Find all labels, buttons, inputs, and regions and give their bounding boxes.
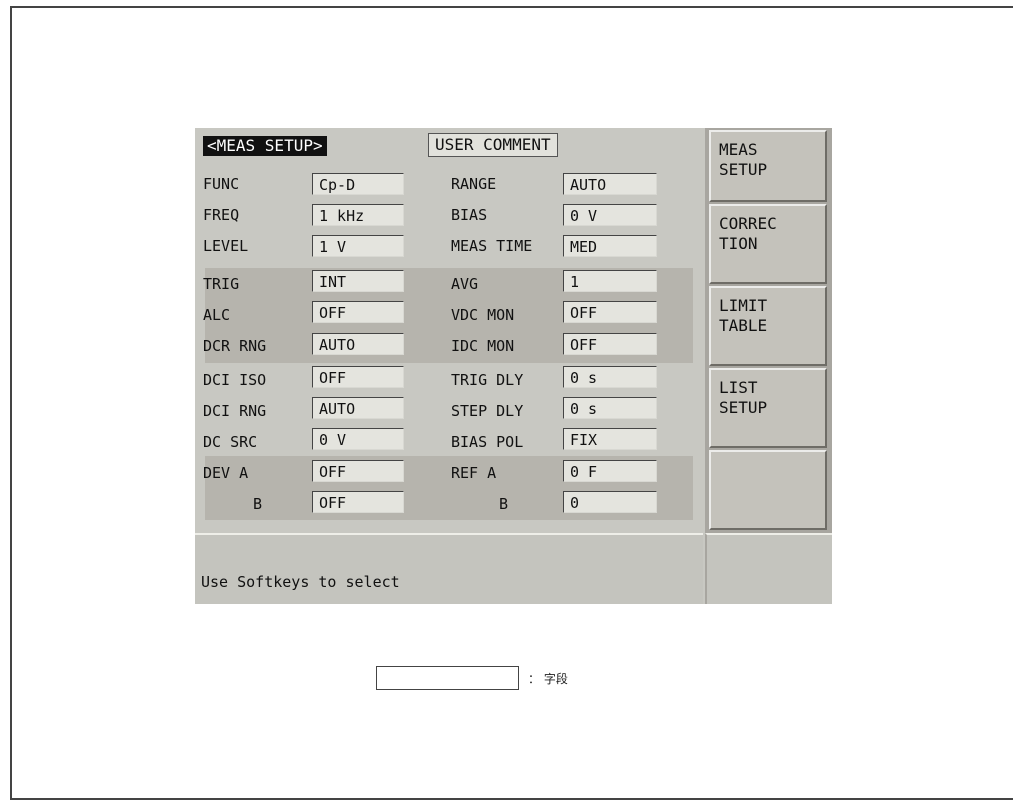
level-field[interactable]: 1 V [312, 235, 404, 257]
bias-field[interactable]: 0 V [563, 204, 657, 226]
freq-label: FREQ [203, 206, 240, 224]
dcr-rng-label: DCR RNG [203, 337, 267, 355]
user-comment-field[interactable]: USER COMMENT [428, 133, 558, 157]
step-dly-field[interactable]: 0 s [563, 397, 657, 419]
dci-rng-label: DCI RNG [203, 402, 267, 420]
dc-src-field[interactable]: 0 V [312, 428, 404, 450]
ref-b-label: B [499, 495, 509, 513]
dev-a-field[interactable]: OFF [312, 460, 404, 482]
dci-iso-label: DCI ISO [203, 371, 267, 389]
ref-b-field[interactable]: 0 [563, 491, 657, 513]
instrument-screen: <MEAS SETUP> USER COMMENT FUNC Cp-D FREQ… [195, 128, 832, 604]
dev-a-label: DEV A [203, 464, 249, 482]
softkey-label-line2: TABLE [719, 316, 768, 335]
softkey-blank[interactable] [709, 450, 827, 530]
alc-label: ALC [203, 306, 231, 324]
meas-time-field[interactable]: MED [563, 235, 657, 257]
softkey-label-line1: LIMIT [719, 296, 768, 315]
meas-setup-panel: <MEAS SETUP> USER COMMENT FUNC Cp-D FREQ… [195, 128, 703, 533]
dev-b-label: B [253, 495, 263, 513]
softkey-label-line2: SETUP [719, 160, 768, 179]
vdc-mon-field[interactable]: OFF [563, 301, 657, 323]
ref-a-label: REF A [451, 464, 497, 482]
softkey-correction[interactable]: CORREC TION [709, 204, 827, 284]
vdc-mon-label: VDC MON [451, 306, 515, 324]
status-message: Use Softkeys to select [201, 573, 400, 591]
avg-field[interactable]: 1 [563, 270, 657, 292]
softkey-label-line2: SETUP [719, 398, 768, 417]
softkey-label-line1: LIST [719, 378, 758, 397]
trig-dly-field[interactable]: 0 s [563, 366, 657, 388]
bias-pol-label: BIAS POL [451, 433, 524, 451]
bias-label: BIAS [451, 206, 488, 224]
softkey-label-line1: MEAS [719, 140, 758, 159]
dc-src-label: DC SRC [203, 433, 258, 451]
meas-time-label: MEAS TIME [451, 237, 533, 255]
dci-rng-field[interactable]: AUTO [312, 397, 404, 419]
level-label: LEVEL [203, 237, 249, 255]
softkey-label-line2: TION [719, 234, 758, 253]
ref-a-field[interactable]: 0 F [563, 460, 657, 482]
legend-field-sample [376, 666, 519, 690]
dcr-rng-field[interactable]: AUTO [312, 333, 404, 355]
softkey-list-setup[interactable]: LIST SETUP [709, 368, 827, 448]
legend-label: ： 字段 [528, 672, 568, 686]
trig-field[interactable]: INT [312, 270, 404, 292]
trig-label: TRIG [203, 275, 240, 293]
softkey-panel: MEAS SETUP CORREC TION LIMIT TABLE LIST … [705, 128, 832, 604]
freq-field[interactable]: 1 kHz [312, 204, 404, 226]
range-label: RANGE [451, 175, 497, 193]
step-dly-label: STEP DLY [451, 402, 524, 420]
func-field[interactable]: Cp-D [312, 173, 404, 195]
status-bar: Use Softkeys to select [195, 533, 703, 604]
idc-mon-field[interactable]: OFF [563, 333, 657, 355]
page-title: <MEAS SETUP> [203, 136, 327, 156]
softkey-meas-setup[interactable]: MEAS SETUP [709, 130, 827, 202]
func-label: FUNC [203, 175, 240, 193]
range-field[interactable]: AUTO [563, 173, 657, 195]
avg-label: AVG [451, 275, 479, 293]
dev-b-field[interactable]: OFF [312, 491, 404, 513]
softkey-limit-table[interactable]: LIMIT TABLE [709, 286, 827, 366]
trig-dly-label: TRIG DLY [451, 371, 524, 389]
softkey-label-line1: CORREC [719, 214, 777, 233]
bias-pol-field[interactable]: FIX [563, 428, 657, 450]
alc-field[interactable]: OFF [312, 301, 404, 323]
idc-mon-label: IDC MON [451, 337, 515, 355]
dci-iso-field[interactable]: OFF [312, 366, 404, 388]
status-bar-right [705, 533, 832, 604]
